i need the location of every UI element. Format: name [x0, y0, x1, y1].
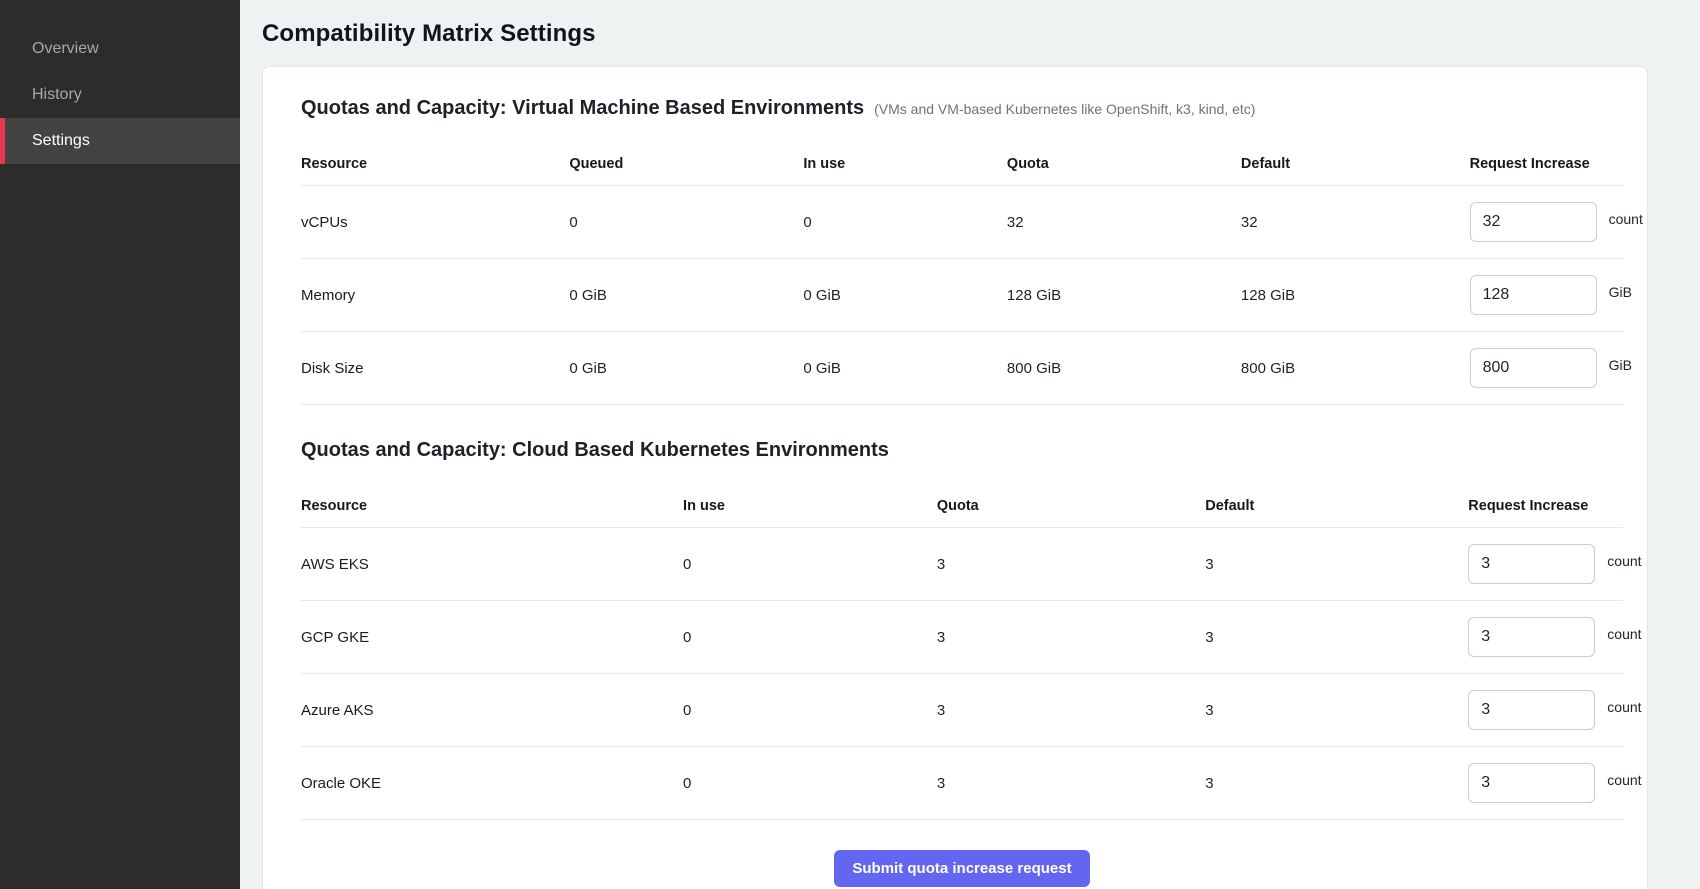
quota-value: 800 GiB	[1007, 360, 1241, 377]
resource-name: Azure AKS	[301, 702, 683, 719]
request-increase-cell: count	[1468, 690, 1641, 730]
default-value: 800 GiB	[1241, 360, 1470, 377]
request-increase-input-disk-size[interactable]	[1470, 348, 1597, 388]
col-header-default: Default	[1241, 156, 1470, 172]
default-value: 3	[1205, 556, 1468, 573]
request-increase-cell: count	[1468, 544, 1641, 584]
unit-label: count	[1607, 772, 1641, 788]
resource-name: Oracle OKE	[301, 775, 683, 792]
unit-label: count	[1607, 699, 1641, 715]
in-use-value: 0	[803, 214, 1007, 231]
in-use-value: 0	[683, 556, 937, 573]
col-header-queued: Queued	[569, 156, 803, 172]
cloud-table-header: Resource In use Quota Default Request In…	[301, 484, 1623, 528]
col-header-resource: Resource	[301, 498, 683, 514]
table-row-vcpus: vCPUs 0 0 32 32 count	[301, 186, 1623, 259]
table-row-aws-eks: AWS EKS 0 3 3 count	[301, 528, 1623, 601]
table-row-oracle-oke: Oracle OKE 0 3 3 count	[301, 747, 1623, 820]
quota-value: 3	[937, 775, 1205, 792]
resource-name: AWS EKS	[301, 556, 683, 573]
quota-value: 3	[937, 556, 1205, 573]
quotas-card: Quotas and Capacity: Virtual Machine Bas…	[262, 66, 1648, 889]
unit-label: count	[1609, 211, 1643, 227]
vm-quota-table: Resource Queued In use Quota Default Req…	[301, 142, 1623, 405]
quota-value: 32	[1007, 214, 1241, 231]
request-increase-cell: count	[1468, 763, 1641, 803]
vm-section-subtitle: (VMs and VM-based Kubernetes like OpenSh…	[874, 101, 1255, 117]
default-value: 3	[1205, 702, 1468, 719]
in-use-value: 0 GiB	[803, 287, 1007, 304]
default-value: 128 GiB	[1241, 287, 1470, 304]
app-root: Overview History Settings Compatibility …	[0, 0, 1700, 889]
col-header-quota: Quota	[937, 498, 1205, 514]
in-use-value: 0	[683, 702, 937, 719]
col-header-default: Default	[1205, 498, 1468, 514]
request-increase-cell: GiB	[1470, 275, 1632, 315]
resource-name: Memory	[301, 287, 569, 304]
cloud-section-title: Quotas and Capacity: Cloud Based Kuberne…	[301, 439, 889, 462]
queued-value: 0	[569, 214, 803, 231]
request-increase-input-aws-eks[interactable]	[1468, 544, 1595, 584]
request-increase-cell: count	[1468, 617, 1641, 657]
page-title: Compatibility Matrix Settings	[262, 20, 1700, 48]
sidebar: Overview History Settings	[0, 0, 240, 889]
request-increase-input-azure-aks[interactable]	[1468, 690, 1595, 730]
table-row-disk-size: Disk Size 0 GiB 0 GiB 800 GiB 800 GiB Gi…	[301, 332, 1623, 405]
request-increase-input-oracle-oke[interactable]	[1468, 763, 1595, 803]
in-use-value: 0	[683, 775, 937, 792]
sidebar-item-settings[interactable]: Settings	[0, 118, 240, 164]
resource-name: Disk Size	[301, 360, 569, 377]
sidebar-item-label: History	[32, 86, 82, 104]
quota-value: 3	[937, 629, 1205, 646]
request-increase-input-memory[interactable]	[1470, 275, 1597, 315]
col-header-in-use: In use	[803, 156, 1007, 172]
default-value: 3	[1205, 629, 1468, 646]
unit-label: GiB	[1609, 357, 1632, 373]
quota-value: 3	[937, 702, 1205, 719]
cloud-section-header: Quotas and Capacity: Cloud Based Kuberne…	[301, 439, 1623, 462]
sidebar-item-history[interactable]: History	[0, 72, 240, 118]
submit-row: Submit quota increase request	[301, 850, 1623, 887]
vm-table-header: Resource Queued In use Quota Default Req…	[301, 142, 1623, 186]
queued-value: 0 GiB	[569, 360, 803, 377]
request-increase-cell: count	[1470, 202, 1643, 242]
main-content: Compatibility Matrix Settings Quotas and…	[240, 0, 1700, 889]
request-increase-input-gcp-gke[interactable]	[1468, 617, 1595, 657]
default-value: 32	[1241, 214, 1470, 231]
unit-label: count	[1607, 626, 1641, 642]
vm-section-title: Quotas and Capacity: Virtual Machine Bas…	[301, 97, 864, 120]
cloud-quota-table: Resource In use Quota Default Request In…	[301, 484, 1623, 820]
resource-name: GCP GKE	[301, 629, 683, 646]
unit-label: count	[1607, 553, 1641, 569]
col-header-request-increase: Request Increase	[1470, 156, 1623, 172]
col-header-in-use: In use	[683, 498, 937, 514]
request-increase-input-vcpus[interactable]	[1470, 202, 1597, 242]
vm-section-header: Quotas and Capacity: Virtual Machine Bas…	[301, 97, 1623, 120]
col-header-request-increase: Request Increase	[1468, 498, 1623, 514]
resource-name: vCPUs	[301, 214, 569, 231]
sidebar-item-overview[interactable]: Overview	[0, 26, 240, 72]
col-header-resource: Resource	[301, 156, 569, 172]
request-increase-cell: GiB	[1470, 348, 1632, 388]
unit-label: GiB	[1609, 284, 1632, 300]
quota-value: 128 GiB	[1007, 287, 1241, 304]
table-row-azure-aks: Azure AKS 0 3 3 count	[301, 674, 1623, 747]
default-value: 3	[1205, 775, 1468, 792]
in-use-value: 0 GiB	[803, 360, 1007, 377]
submit-quota-increase-button[interactable]: Submit quota increase request	[834, 850, 1089, 887]
table-row-gcp-gke: GCP GKE 0 3 3 count	[301, 601, 1623, 674]
table-row-memory: Memory 0 GiB 0 GiB 128 GiB 128 GiB GiB	[301, 259, 1623, 332]
in-use-value: 0	[683, 629, 937, 646]
col-header-quota: Quota	[1007, 156, 1241, 172]
sidebar-item-label: Settings	[32, 132, 90, 150]
sidebar-item-label: Overview	[32, 40, 99, 58]
queued-value: 0 GiB	[569, 287, 803, 304]
